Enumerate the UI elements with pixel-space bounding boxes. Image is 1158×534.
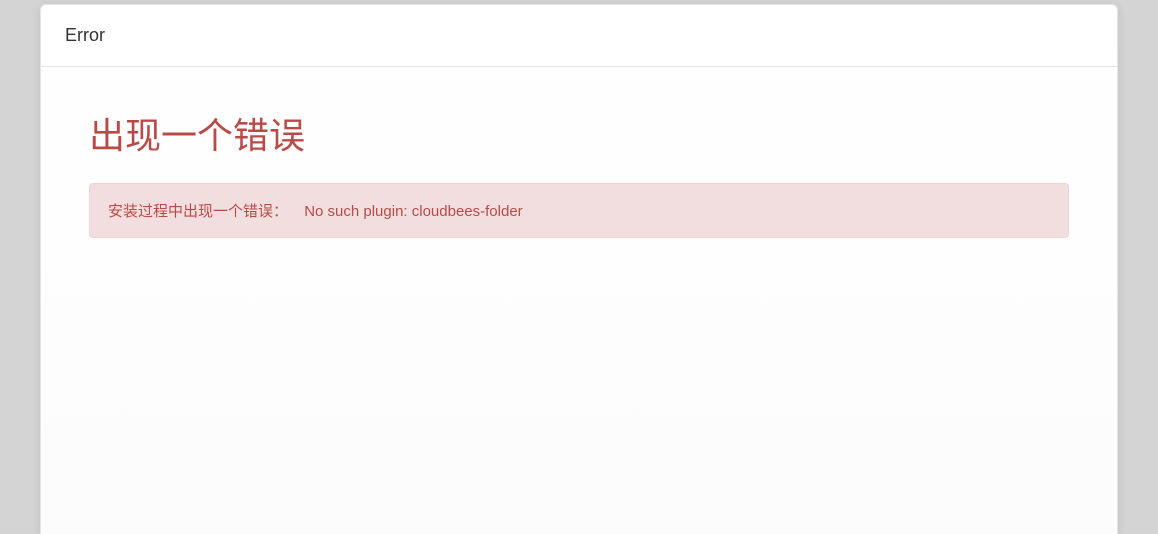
error-alert-prefix: 安装过程中出现一个错误： [108,203,288,220]
dialog-header: Error [41,5,1117,67]
error-alert-message: No such plugin: cloudbees-folder [304,203,522,220]
error-dialog: Error 出现一个错误 安装过程中出现一个错误： No such plugin… [40,4,1118,534]
dialog-title: Error [65,25,1093,46]
error-alert: 安装过程中出现一个错误： No such plugin: cloudbees-f… [89,183,1069,238]
dialog-body: 出现一个错误 安装过程中出现一个错误： No such plugin: clou… [41,67,1117,278]
error-heading: 出现一个错误 [89,107,1069,159]
